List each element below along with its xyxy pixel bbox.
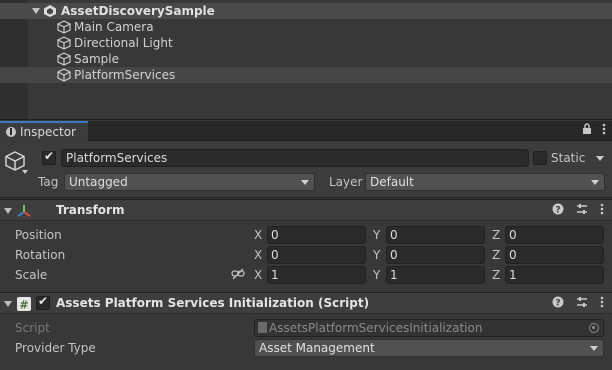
tag-value: Untagged: [69, 175, 128, 189]
hierarchy-panel: AssetDiscoverySample Main Camera Directi…: [0, 0, 612, 120]
layer-dropdown[interactable]: Default: [365, 173, 605, 191]
hierarchy-item[interactable]: Sample: [0, 51, 612, 67]
script-component-title: Assets Platform Services Initialization …: [56, 296, 370, 310]
tab-label: Inspector: [20, 125, 76, 139]
info-icon: [6, 127, 16, 137]
rotation-z-field[interactable]: 0: [505, 246, 604, 264]
provider-type-label: Provider Type: [15, 341, 96, 355]
layer-value: Default: [370, 175, 414, 189]
axis-z-label: Z: [492, 268, 501, 282]
chevron-down-icon: [591, 180, 599, 185]
more-icon[interactable]: [600, 203, 604, 218]
position-x-field[interactable]: 0: [267, 226, 366, 244]
static-dropdown-arrow-icon[interactable]: [596, 156, 604, 161]
scale-label: Scale: [15, 268, 48, 282]
script-hash-icon: #: [16, 296, 32, 315]
axis-x-label: X: [254, 248, 263, 262]
hierarchy-item-label: Directional Light: [74, 36, 173, 50]
script-component-header[interactable]: # ✔ Assets Platform Services Initializat…: [0, 292, 612, 314]
provider-type-value: Asset Management: [259, 341, 375, 355]
component-enabled-toggle[interactable]: ✔: [36, 294, 50, 310]
transform-axes-icon: [16, 203, 32, 222]
rotation-label: Rotation: [15, 248, 66, 262]
tag-dropdown[interactable]: Untagged: [64, 173, 315, 191]
script-label: Script: [15, 321, 50, 335]
svg-text:?: ?: [555, 206, 560, 216]
scale-x-field[interactable]: 1: [267, 266, 366, 284]
hierarchy-item-selected[interactable]: PlatformServices: [0, 67, 612, 83]
more-icon[interactable]: [600, 296, 604, 311]
gameobject-cube-icon: [57, 52, 71, 66]
foldout-arrow-icon[interactable]: [32, 8, 40, 14]
script-file-icon: [258, 322, 267, 333]
position-y-field[interactable]: 0: [386, 226, 485, 244]
axis-z-label: Z: [492, 228, 501, 242]
help-icon[interactable]: ?: [552, 203, 564, 218]
provider-type-dropdown[interactable]: Asset Management: [254, 339, 604, 357]
presets-icon[interactable]: [576, 203, 588, 218]
presets-icon[interactable]: [576, 296, 588, 311]
hierarchy-item-label: PlatformServices: [74, 68, 176, 82]
scene-name: AssetDiscoverySample: [61, 4, 215, 18]
hierarchy-item-label: Sample: [74, 52, 119, 66]
rotation-y-field[interactable]: 0: [386, 246, 485, 264]
lock-icon[interactable]: [582, 123, 592, 138]
script-value: AssetsPlatformServicesInitialization: [269, 321, 483, 335]
gameobject-cube-icon: [57, 20, 71, 34]
gameobject-cube-icon: [57, 68, 71, 82]
gameobject-cube-icon: [57, 36, 71, 50]
axis-z-label: Z: [492, 248, 501, 262]
chevron-down-icon: [590, 346, 598, 351]
tab-inspector[interactable]: Inspector: [0, 121, 88, 141]
inspector-tabbar: Inspector: [0, 121, 612, 141]
transform-body: Position X 0 Y 0 Z 0 Rotation X 0 Y 0 Z …: [0, 222, 612, 292]
position-z-field[interactable]: 0: [505, 226, 604, 244]
position-label: Position: [15, 228, 62, 242]
link-icon[interactable]: [231, 268, 245, 283]
active-toggle[interactable]: ✔: [42, 149, 56, 165]
static-label: Static: [551, 151, 586, 165]
hierarchy-item[interactable]: Directional Light: [0, 35, 612, 51]
chevron-down-icon: [301, 180, 309, 185]
menu-icon[interactable]: [602, 123, 606, 138]
script-reference-field[interactable]: AssetsPlatformServicesInitialization: [254, 319, 604, 337]
axis-y-label: Y: [373, 228, 381, 242]
layer-label: Layer: [329, 175, 363, 189]
rotation-x-field[interactable]: 0: [267, 246, 366, 264]
scale-z-field[interactable]: 1: [505, 266, 604, 284]
transform-title: Transform: [56, 203, 125, 217]
hierarchy-item-label: Main Camera: [74, 20, 154, 34]
axis-y-label: Y: [373, 248, 381, 262]
object-picker-icon[interactable]: [589, 323, 599, 333]
icon-dropdown-arrow-icon[interactable]: [22, 170, 28, 174]
tag-label: Tag: [38, 175, 59, 189]
svg-text:?: ?: [555, 299, 560, 309]
help-icon[interactable]: ?: [552, 296, 564, 311]
svg-text:#: #: [19, 299, 28, 312]
scene-row[interactable]: AssetDiscoverySample: [0, 3, 612, 19]
object-name-field[interactable]: PlatformServices: [61, 149, 529, 167]
divider: [0, 119, 612, 120]
foldout-arrow-icon[interactable]: [4, 301, 12, 307]
transform-header[interactable]: Transform ?: [0, 199, 612, 221]
object-header: ✔ PlatformServices Static Tag Untagged L…: [0, 142, 612, 198]
static-toggle[interactable]: [533, 151, 547, 165]
axis-y-label: Y: [373, 268, 381, 282]
foldout-arrow-icon[interactable]: [4, 208, 12, 214]
script-component-body: Script AssetsPlatformServicesInitializat…: [0, 315, 612, 370]
axis-x-label: X: [254, 228, 263, 242]
axis-x-label: X: [254, 268, 263, 282]
hierarchy-item[interactable]: Main Camera: [0, 19, 612, 35]
scale-y-field[interactable]: 1: [386, 266, 485, 284]
